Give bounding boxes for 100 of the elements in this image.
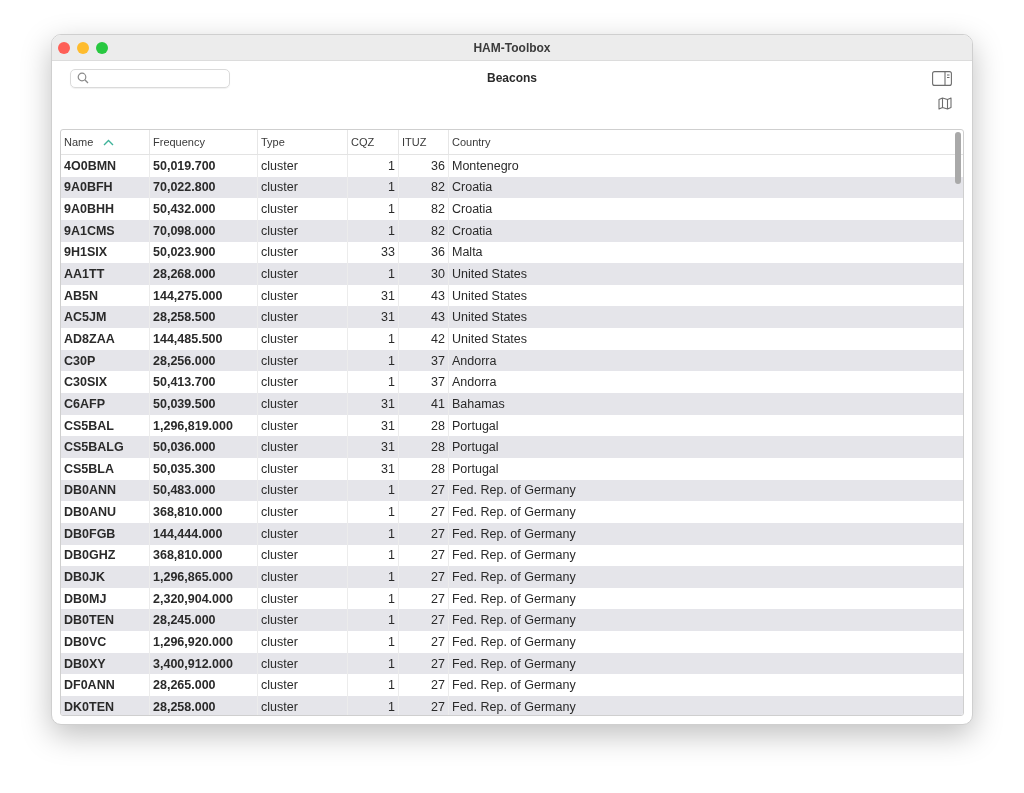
- table-cell-text: Croatia: [451, 201, 494, 219]
- table-cell: 1: [348, 328, 399, 350]
- column-header[interactable]: CQZ: [348, 130, 399, 154]
- table-cell: 9A1CMS: [61, 219, 150, 242]
- table-cell: 70,022.800: [150, 176, 258, 199]
- table-cell: 82: [399, 176, 449, 199]
- table-cell-text: Montenegro: [451, 157, 520, 175]
- table-cell-text: Portugal: [451, 417, 500, 435]
- zoom-button[interactable]: [96, 41, 108, 54]
- table-cell: 27: [399, 652, 449, 675]
- table-cell-text: Fed. Rep. of Germany: [451, 569, 577, 586]
- table-cell-text: Fed. Rep. of Germany: [451, 655, 577, 673]
- table-cell: 27: [399, 522, 449, 545]
- table-cell: AA1TT: [61, 263, 150, 285]
- table-cell-text: United States: [451, 309, 529, 327]
- table-cell-text: Croatia: [451, 222, 494, 240]
- table-cell: C6AFP: [61, 393, 150, 415]
- table-cell: 1: [348, 609, 399, 632]
- column-header[interactable]: Country: [449, 130, 963, 154]
- minimize-button[interactable]: [77, 41, 89, 54]
- close-button[interactable]: [58, 41, 70, 54]
- table-cell-text: Fed. Rep. of Germany: [451, 612, 577, 630]
- table-cell: 31: [348, 393, 399, 415]
- table-cell: 27: [399, 479, 449, 502]
- table-cell: 41: [399, 393, 449, 415]
- table-cell: cluster: [258, 609, 348, 632]
- column-header[interactable]: Name: [61, 130, 150, 154]
- table-cell-text: Fed. Rep. of Germany: [451, 698, 577, 715]
- table-cell: 9A0BHH: [61, 198, 150, 220]
- table-cell-text: Fed. Rep. of Germany: [451, 525, 577, 543]
- search-field[interactable]: [70, 68, 230, 88]
- table-cell: 1: [348, 501, 399, 523]
- column-header[interactable]: Frequency: [150, 130, 258, 154]
- scrollbar-thumb[interactable]: [955, 132, 961, 184]
- table-cell: DB0ANN: [61, 479, 150, 502]
- table-cell: cluster: [258, 198, 348, 220]
- table-cell: 27: [399, 501, 449, 523]
- table-cell-text: Fed. Rep. of Germany: [451, 504, 577, 522]
- table-cell-text: United States: [451, 266, 529, 283]
- table-cell: 1,296,865.000: [150, 566, 258, 588]
- table-cell: cluster: [258, 393, 348, 415]
- table-cell-text: United States: [451, 287, 529, 305]
- table-cell: DK0TEN: [61, 696, 150, 715]
- table-cell: cluster: [258, 263, 348, 285]
- table-cell: 50,039.500: [150, 393, 258, 415]
- table-cell: DB0ANU: [61, 501, 150, 523]
- table-cell: 1: [348, 349, 399, 372]
- table-cell: 37: [399, 349, 449, 372]
- table-cell: 144,485.500: [150, 328, 258, 350]
- table-cell: 31: [348, 457, 399, 480]
- map-icon[interactable]: [938, 97, 952, 110]
- table-cell: cluster: [258, 349, 348, 372]
- sidebar-toggle-icon[interactable]: [932, 70, 952, 86]
- table-cell: 50,483.000: [150, 479, 258, 502]
- table-cell: CS5BALG: [61, 436, 150, 458]
- table-cell: DB0VC: [61, 631, 150, 653]
- column-header[interactable]: Type: [258, 130, 348, 154]
- table-cell: 28,256.000: [150, 349, 258, 372]
- table-cell: 27: [399, 566, 449, 588]
- column-header[interactable]: ITUZ: [399, 130, 449, 154]
- table-cell: cluster: [258, 155, 348, 177]
- table-cell: 1: [348, 652, 399, 675]
- table-cell: DB0FGB: [61, 522, 150, 545]
- table-cell-text: Andorra: [451, 374, 498, 392]
- table-cell: C30P: [61, 349, 150, 372]
- table-cell-text: Fed. Rep. of Germany: [451, 547, 577, 565]
- table-cell: 1: [348, 155, 399, 177]
- table-cell: cluster: [258, 219, 348, 242]
- table-cell: 27: [399, 631, 449, 653]
- table-cell: 28: [399, 457, 449, 480]
- table-cell-text: Fed. Rep. of Germany: [451, 482, 577, 500]
- table-cell: DB0TEN: [61, 609, 150, 632]
- table-cell: 1: [348, 176, 399, 199]
- table-cell: 28: [399, 436, 449, 458]
- table-cell: 27: [399, 609, 449, 632]
- search-icon: [77, 72, 89, 84]
- table-cell: 42: [399, 328, 449, 350]
- table-cell-text: United States: [451, 330, 529, 348]
- table-cell: DB0JK: [61, 566, 150, 588]
- table-cell: 1,296,920.000: [150, 631, 258, 653]
- table-cell: 1: [348, 566, 399, 588]
- table-cell: 82: [399, 198, 449, 220]
- table-cell: cluster: [258, 566, 348, 588]
- table-cell: 144,444.000: [150, 522, 258, 545]
- table-cell: AD8ZAA: [61, 328, 150, 350]
- table-cell: 1: [348, 696, 399, 715]
- table-cell: cluster: [258, 306, 348, 329]
- sort-ascending-icon: [103, 138, 115, 146]
- table-cell: 1: [348, 198, 399, 220]
- table-cell: cluster: [258, 328, 348, 350]
- table-cell-text: Bahamas: [451, 395, 506, 413]
- table-cell: cluster: [258, 479, 348, 502]
- table-cell-text: Portugal: [451, 439, 500, 457]
- table-cell: cluster: [258, 696, 348, 715]
- table-cell: cluster: [258, 176, 348, 199]
- table-cell: cluster: [258, 631, 348, 653]
- table-cell: AC5JM: [61, 306, 150, 329]
- table-cell: 28,258.500: [150, 306, 258, 329]
- table-cell: cluster: [258, 457, 348, 480]
- table-cell: 50,036.000: [150, 436, 258, 458]
